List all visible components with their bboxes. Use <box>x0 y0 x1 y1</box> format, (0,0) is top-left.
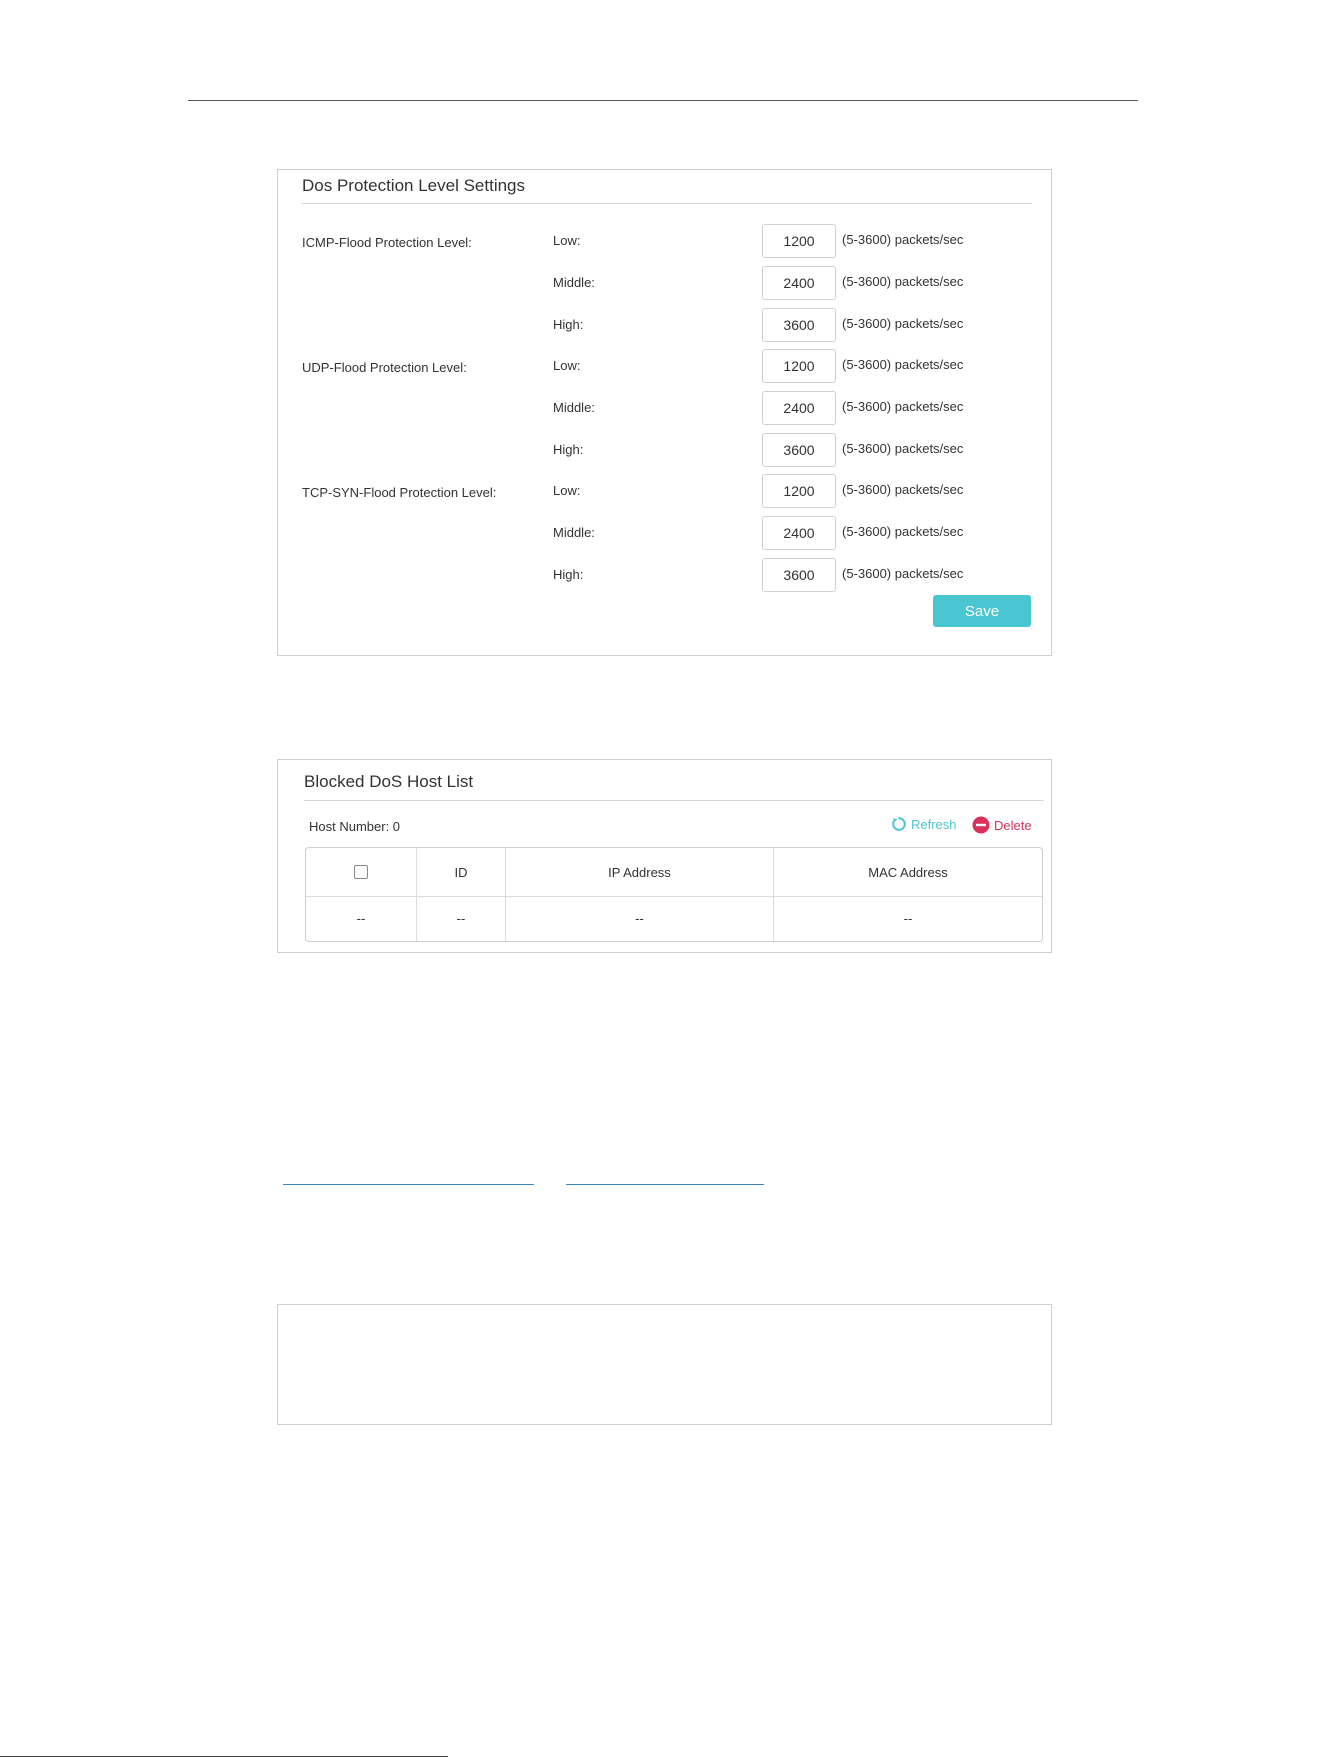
refresh-label: Refresh <box>911 816 957 832</box>
udp-low-input[interactable] <box>762 349 836 383</box>
tcp-low-unit: (5-3600) packets/sec <box>842 482 964 497</box>
udp-high-label: High: <box>553 442 584 457</box>
table-cell: -- <box>903 911 913 926</box>
select-all-checkbox[interactable] <box>354 865 368 879</box>
icmp-low-label: Low: <box>553 233 581 248</box>
udp-high-unit: (5-3600) packets/sec <box>842 441 964 456</box>
tcp-low-input[interactable] <box>762 474 836 508</box>
udp-low-unit: (5-3600) packets/sec <box>842 357 964 372</box>
delete-label: Delete <box>994 817 1032 833</box>
table-cell: -- <box>306 896 417 941</box>
udp-middle-unit: (5-3600) packets/sec <box>842 399 964 414</box>
table-cell: -- <box>506 896 774 941</box>
page-footer-rule <box>0 1756 448 1757</box>
column-header-id[interactable]: ID <box>417 848 506 896</box>
tcp-high-unit: (5-3600) packets/sec <box>842 566 964 581</box>
icmp-low-input[interactable] <box>762 224 836 258</box>
table-header-row: ID IP Address MAC Address <box>306 848 1042 897</box>
table-row: -- -- -- -- <box>306 896 1042 941</box>
save-button[interactable]: Save <box>933 595 1031 627</box>
table-cell: -- <box>417 896 506 941</box>
link-underline <box>566 1184 764 1185</box>
tcp-low-label: Low: <box>553 483 581 498</box>
udp-middle-input[interactable] <box>762 391 836 425</box>
page-header-rule <box>188 100 1138 101</box>
refresh-icon <box>892 817 906 831</box>
icmp-middle-input[interactable] <box>762 266 836 300</box>
blocked-host-list-panel: Blocked DoS Host List Host Number: 0 Ref… <box>277 759 1052 953</box>
icmp-middle-label: Middle: <box>553 275 595 290</box>
panel-title-divider <box>302 203 1032 204</box>
empty-panel <box>277 1304 1052 1425</box>
icmp-high-input[interactable] <box>762 308 836 342</box>
icmp-high-label: High: <box>553 317 584 332</box>
panel-title-divider <box>304 800 1044 801</box>
tcp-high-label: High: <box>553 567 584 582</box>
udp-flood-label: UDP-Flood Protection Level: <box>302 360 467 375</box>
link-underline <box>283 1184 534 1185</box>
panel-title: Dos Protection Level Settings <box>302 176 526 195</box>
column-header-mac-address[interactable]: MAC Address <box>774 848 1042 896</box>
udp-high-input[interactable] <box>762 433 836 467</box>
dos-protection-panel: Dos Protection Level Settings ICMP-Flood… <box>277 169 1052 656</box>
delete-button[interactable]: Delete <box>972 816 1032 834</box>
blocked-host-table: ID IP Address MAC Address -- -- -- -- <box>305 847 1043 942</box>
tcp-syn-flood-label: TCP-SYN-Flood Protection Level: <box>302 485 497 500</box>
icmp-flood-label: ICMP-Flood Protection Level: <box>302 235 472 250</box>
udp-middle-label: Middle: <box>553 400 595 415</box>
select-all-cell <box>306 848 417 896</box>
minus-circle-icon <box>972 816 990 834</box>
icmp-middle-unit: (5-3600) packets/sec <box>842 274 964 289</box>
tcp-middle-unit: (5-3600) packets/sec <box>842 524 964 539</box>
panel-title: Blocked DoS Host List <box>304 772 474 791</box>
icmp-high-unit: (5-3600) packets/sec <box>842 316 964 331</box>
tcp-middle-label: Middle: <box>553 525 595 540</box>
column-header-ip-address[interactable]: IP Address <box>506 848 774 896</box>
tcp-high-input[interactable] <box>762 558 836 592</box>
udp-low-label: Low: <box>553 358 581 373</box>
refresh-button[interactable]: Refresh <box>891 816 957 832</box>
tcp-middle-input[interactable] <box>762 516 836 550</box>
icmp-low-unit: (5-3600) packets/sec <box>842 232 964 247</box>
host-number: Host Number: 0 <box>309 819 401 834</box>
